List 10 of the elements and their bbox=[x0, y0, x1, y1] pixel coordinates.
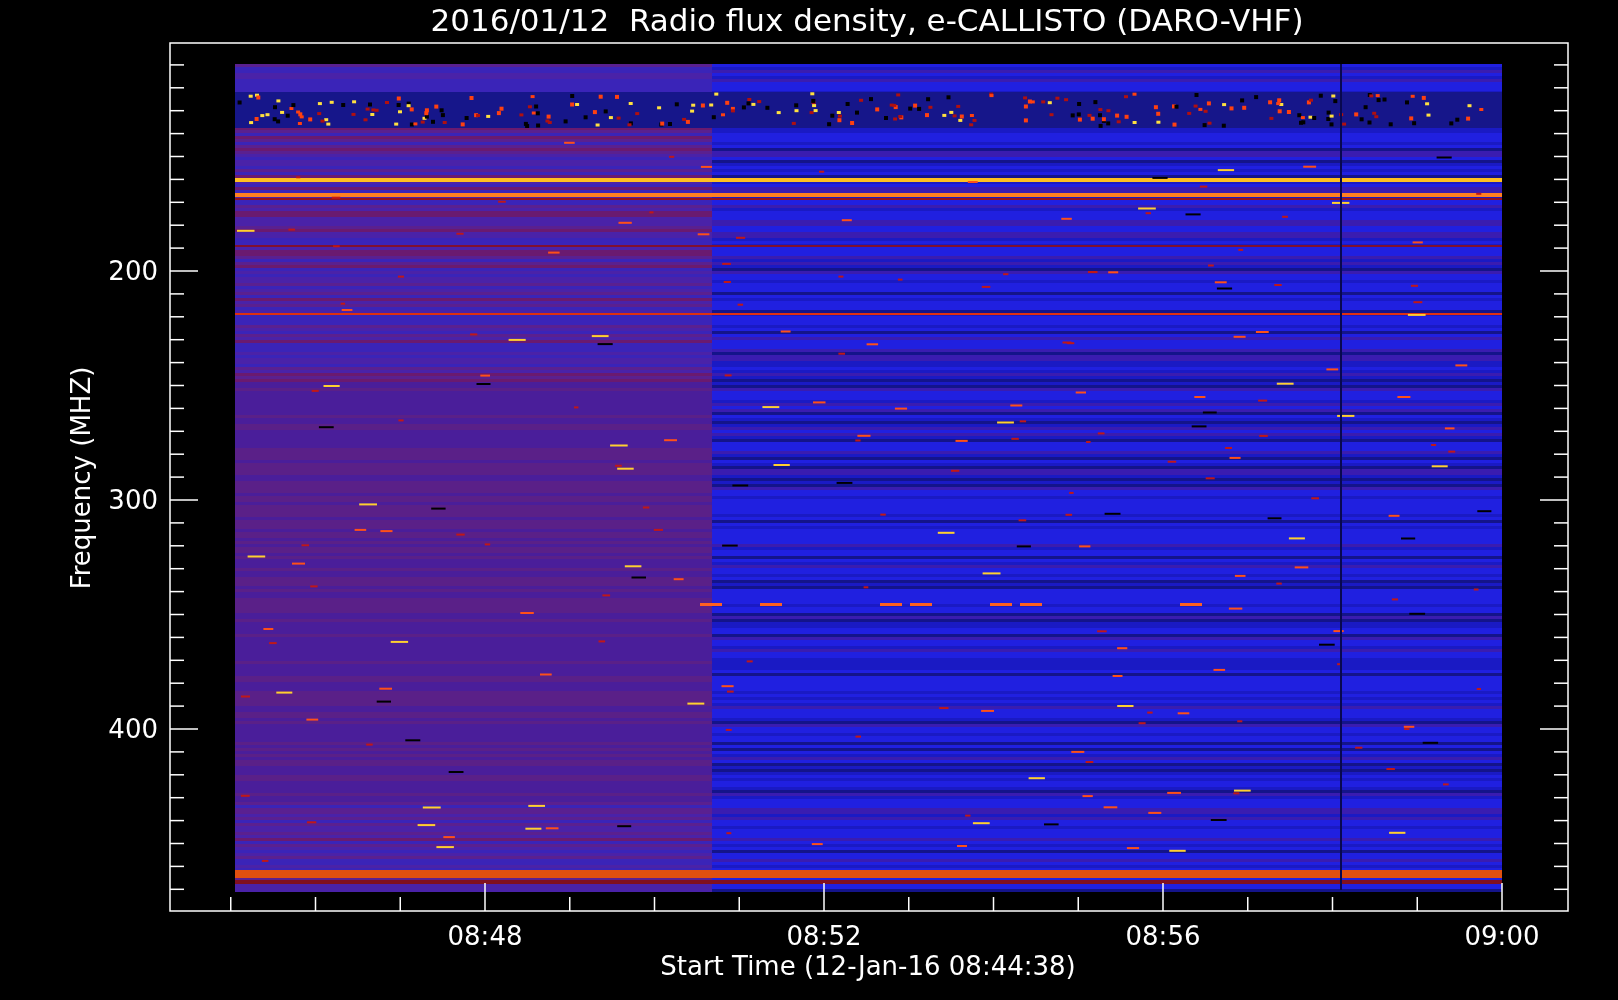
tick-label: 300 bbox=[108, 485, 158, 515]
tick-label: 08:56 bbox=[1125, 921, 1201, 951]
axis-title: Frequency (MHZ) bbox=[66, 366, 96, 590]
tick-label: 08:48 bbox=[447, 921, 523, 951]
tick-label: 09:00 bbox=[1464, 921, 1540, 951]
tick-label: 08:52 bbox=[786, 921, 862, 951]
axis-title: Start Time (12-Jan-16 08:44:38) bbox=[660, 951, 1076, 981]
tick-label: 400 bbox=[108, 714, 158, 744]
tick-label: 200 bbox=[108, 256, 158, 286]
chart-title: 2016/01/12 Radio flux density, e-CALLISTO (DARO-VHF) bbox=[430, 2, 1304, 38]
